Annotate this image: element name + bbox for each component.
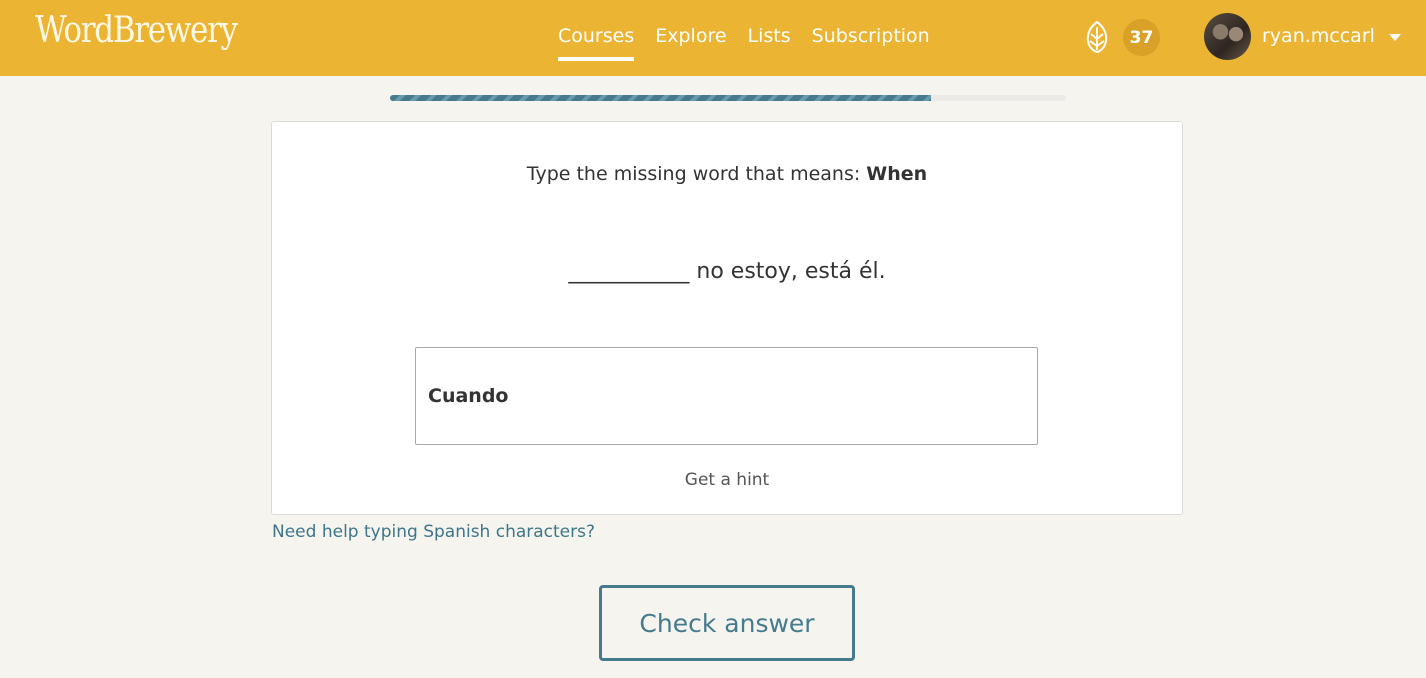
nav-subscription[interactable]: Subscription — [812, 24, 930, 57]
prompt-word: When — [866, 163, 928, 185]
check-answer-button[interactable]: Check answer — [599, 585, 855, 661]
logo[interactable]: WordBrewery — [35, 10, 238, 51]
exercise-sentence: ___________ no estoy, está él. — [272, 258, 1182, 286]
top-navigation-bar: WordBrewery Courses Explore Lists Subscr… — [0, 0, 1426, 76]
username-menu[interactable]: ryan.mccarl — [1262, 24, 1375, 48]
nav-explore[interactable]: Explore — [655, 24, 726, 57]
lesson-progress-bar — [390, 95, 1066, 101]
spanish-characters-help-link[interactable]: Need help typing Spanish characters? — [272, 521, 595, 543]
progress-fill — [390, 95, 931, 101]
main-nav: Courses Explore Lists Subscription — [558, 24, 930, 61]
prompt-prefix: Type the missing word that means: — [526, 163, 867, 185]
sentence-rest: no estoy, está él. — [689, 259, 886, 284]
answer-input[interactable] — [415, 347, 1038, 445]
hop-icon[interactable] — [1082, 19, 1112, 55]
avatar[interactable] — [1204, 13, 1251, 60]
sentence-blank: ___________ — [568, 259, 690, 284]
nav-courses[interactable]: Courses — [558, 24, 635, 61]
points-badge[interactable]: 37 — [1123, 19, 1160, 56]
get-hint-link[interactable]: Get a hint — [272, 470, 1182, 490]
nav-lists[interactable]: Lists — [748, 24, 791, 57]
exercise-card: Type the missing word that means: When _… — [271, 121, 1183, 515]
exercise-prompt: Type the missing word that means: When — [272, 162, 1182, 186]
chevron-down-icon[interactable] — [1389, 34, 1401, 41]
